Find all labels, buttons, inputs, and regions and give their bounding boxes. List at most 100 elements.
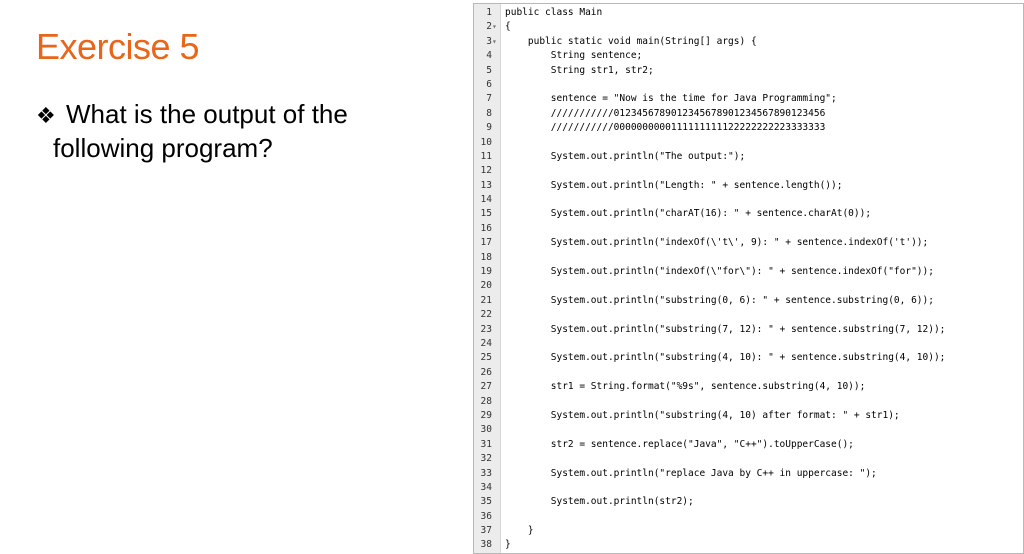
line-number: 31 — [480, 438, 492, 450]
code-text: System.out.println(str2); — [505, 496, 694, 508]
line-number: 34 — [480, 481, 492, 493]
question-line-1-text: What is the output of the — [66, 99, 348, 129]
line-number: 27 — [480, 381, 492, 393]
code-line: 2 ▾ { — [474, 20, 1023, 34]
code-line: 16 — [474, 222, 1023, 236]
line-number: 19 — [480, 266, 492, 278]
code-text: System.out.println("indexOf(\'t\', 9): "… — [505, 237, 929, 249]
line-number: 29 — [480, 409, 492, 421]
line-number: 18 — [480, 251, 492, 263]
code-line: 35 System.out.println(str2); — [474, 495, 1023, 509]
code-text: public class Main — [505, 7, 603, 18]
line-number: 24 — [480, 337, 492, 349]
code-line: 29 System.out.println("substring(4, 10) … — [474, 409, 1023, 423]
code-text: System.out.println("Length: " + sentence… — [505, 179, 843, 191]
code-line: 13 System.out.println("Length: " + sente… — [474, 179, 1023, 193]
code-line: 14 — [474, 193, 1023, 207]
code-line: 5 String str1, str2; — [474, 64, 1023, 78]
line-number: 32 — [480, 453, 492, 465]
code-line: 25 System.out.println("substring(4, 10):… — [474, 351, 1023, 365]
code-text: } — [505, 525, 534, 537]
line-number: 12 — [480, 165, 492, 177]
code-lines: 1 public class Main 2 ▾ {3 ▾ public static vo… — [474, 6, 1023, 553]
fold-arrow-icon[interactable]: ▾ — [492, 20, 500, 34]
code-line: 26 — [474, 366, 1023, 380]
code-text: ///////////00000000001111111111222222222… — [505, 122, 826, 134]
code-text: System.out.println("substring(0, 6): " +… — [505, 294, 934, 306]
line-number: 14 — [480, 194, 492, 206]
line-number: 21 — [480, 294, 492, 306]
line-number: 11 — [480, 150, 492, 162]
code-line: 18 — [474, 251, 1023, 265]
code-line: 24 — [474, 337, 1023, 351]
line-number: 25 — [480, 352, 492, 364]
code-text: System.out.println("substring(4, 10) aft… — [505, 409, 900, 421]
code-line: 36 — [474, 510, 1023, 524]
line-number: 2 — [486, 21, 492, 33]
code-line: 17 System.out.println("indexOf(\'t\', 9)… — [474, 236, 1023, 250]
code-line: 9 ///////////000000000011111111112222222… — [474, 121, 1023, 135]
line-number: 16 — [480, 222, 492, 234]
code-line: 32 — [474, 452, 1023, 466]
question-text: ❖ What is the output of the following pro… — [36, 98, 436, 165]
code-line: 10 — [474, 136, 1023, 150]
line-number: 1 — [486, 7, 492, 18]
line-number: 36 — [480, 510, 492, 522]
code-text: System.out.println("The output:"); — [505, 150, 746, 162]
line-number: 35 — [480, 496, 492, 508]
code-line: 30 — [474, 423, 1023, 437]
question-line-1: ❖ What is the output of the — [36, 98, 436, 132]
line-number: 33 — [480, 467, 492, 479]
code-line: 34 — [474, 481, 1023, 495]
code-line: 31 str2 = sentence.replace("Java", "C++"… — [474, 438, 1023, 452]
code-line: 38} — [474, 538, 1023, 552]
code-text: { — [505, 21, 511, 33]
code-line: 7 sentence = "Now is the time for Java P… — [474, 92, 1023, 106]
code-text: sentence = "Now is the time for Java Pro… — [505, 93, 837, 105]
line-number: 28 — [480, 395, 492, 407]
code-editor[interactable]: 1 public class Main 2 ▾ {3 ▾ public static vo… — [473, 3, 1024, 554]
line-number: 7 — [486, 93, 492, 105]
line-number: 37 — [480, 525, 492, 537]
code-text: System.out.println("indexOf(\"for\"): " … — [505, 266, 934, 278]
line-number: 30 — [480, 424, 492, 436]
line-number: 23 — [480, 323, 492, 335]
code-text: str2 = sentence.replace("Java", "C++").t… — [505, 438, 854, 450]
question-line-2: following program? — [53, 133, 273, 163]
slide-title: Exercise 5 — [36, 26, 200, 67]
line-number: 22 — [480, 309, 492, 321]
code-line: 27 str1 = String.format("%9s", sentence.… — [474, 380, 1023, 394]
code-text: System.out.println("substring(4, 10): " … — [505, 352, 946, 364]
line-number: 26 — [480, 366, 492, 378]
code-line: 15 System.out.println("charAT(16): " + s… — [474, 207, 1023, 221]
code-text: System.out.println("substring(7, 12): " … — [505, 323, 946, 335]
line-number: 17 — [480, 237, 492, 249]
code-text: } — [505, 539, 511, 551]
code-line: 22 — [474, 308, 1023, 322]
line-number: 15 — [480, 208, 492, 220]
code-line: 23 System.out.println("substring(7, 12):… — [474, 323, 1023, 337]
code-text: ///////////01234567890123456789012345678… — [505, 107, 826, 119]
code-line: 20 — [474, 279, 1023, 293]
code-line: 3 ▾ public static void main(String[] args… — [474, 35, 1023, 49]
line-number: 6 — [486, 78, 492, 90]
line-number: 5 — [486, 64, 492, 76]
code-text: System.out.println("charAT(16): " + sent… — [505, 208, 872, 220]
code-line: 37 } — [474, 524, 1023, 538]
code-line: 33 System.out.println("replace Java by C… — [474, 467, 1023, 481]
fold-arrow-icon[interactable]: ▾ — [492, 35, 500, 49]
code-text: public static void main(String[] args) { — [505, 35, 757, 47]
line-number: 8 — [486, 107, 492, 119]
code-line: 11 System.out.println("The output:"); — [474, 150, 1023, 164]
code-text: System.out.println("replace Java by C++ … — [505, 467, 877, 479]
line-number: 9 — [486, 122, 492, 134]
line-number: 38 — [480, 539, 492, 551]
line-number: 10 — [480, 136, 492, 148]
code-text: String str1, str2; — [505, 64, 654, 76]
code-line: 6 — [474, 78, 1023, 92]
code-line: 8 ///////////012345678901234567890123456… — [474, 107, 1023, 121]
line-number: 3 — [486, 35, 492, 47]
line-number: 4 — [486, 50, 492, 62]
code-line: 21 System.out.println("substring(0, 6): … — [474, 294, 1023, 308]
code-text: str1 = String.format("%9s", sentence.sub… — [505, 381, 866, 393]
